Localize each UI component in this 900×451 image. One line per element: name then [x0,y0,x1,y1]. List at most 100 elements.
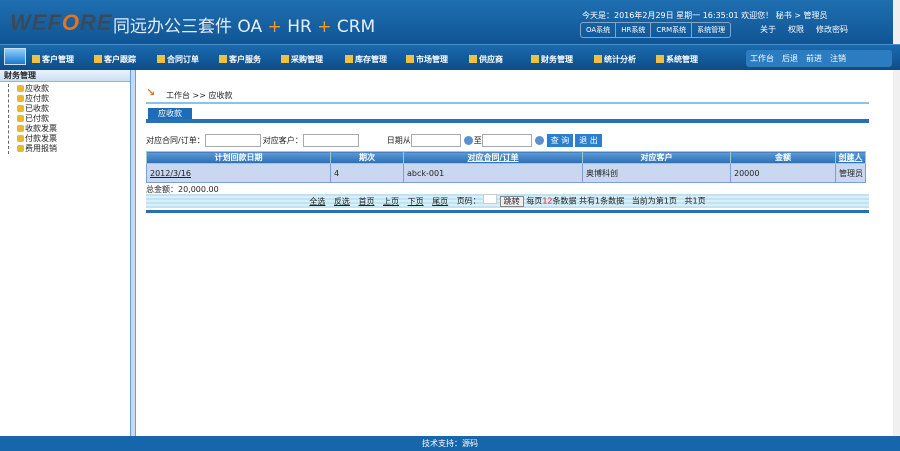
divider [146,210,869,213]
tab-hr[interactable]: HR系统 [616,23,652,37]
tab-receivable[interactable]: 应收款 [148,108,192,119]
receivables-table: 计划回款日期 期次 对应合同/订单 对应客户 金额 创建人 2012/3/16 … [146,151,866,183]
nav-icon [219,55,227,63]
page-label: 页码： [456,196,481,206]
nav-customer-tracking[interactable]: 客户跟踪 [94,54,136,65]
creator-cell: 管理员 [835,163,866,183]
nav-icon [469,55,477,63]
logo: WEFORE [10,10,113,35]
change-password-link[interactable]: 修改密码 [816,24,848,35]
sidebar-title: 财务管理 [0,70,130,82]
sidebar-item-payable[interactable]: 应付款 [17,94,130,104]
breadcrumb: 工作台 >> 应收款 [166,91,233,100]
nav-icon [281,55,289,63]
next-page-link[interactable]: 下页 [408,197,424,206]
main-content: ↘ 工作台 >> 应收款 应收款 对应合同/订单： 对应客户： 日期从 至 查 … [136,70,893,436]
period-cell: 4 [330,163,404,183]
tab-system[interactable]: 系统管理 [692,23,730,37]
nav-icon [345,55,353,63]
per-page-pre: 每页 [526,196,543,206]
forward-button[interactable]: 前进 [806,53,822,64]
computer-icon [4,48,26,65]
sidebar-item-payment-invoice[interactable]: 付款发票 [17,134,130,144]
nav-system[interactable]: 系统管理 [656,54,698,65]
amount-cell: 20000 [730,163,836,183]
contract-cell: abck-001 [403,163,583,183]
pager: 全选 反选 首页 上页 下页 尾页 页码： 跳转 每页12条数据 共有1条数据 … [146,194,869,208]
footer: 技术支持：源码 [0,436,900,451]
nav-icon [32,55,40,63]
nav-icon [594,55,602,63]
table-row: 2012/3/16 4 abck-001 奥博科创 20000 管理员 [146,163,866,183]
nav-icon [406,55,414,63]
sidebar-item-receivable[interactable]: 应收款 [17,84,130,94]
total-records: 共有1条数据 [579,196,625,206]
last-page-link[interactable]: 尾页 [432,197,448,206]
sidebar: 财务管理 应收款 应付款 已收款 已付款 收款发票 付款发票 费用报销 [0,70,131,436]
first-page-link[interactable]: 首页 [358,197,374,206]
query-button[interactable]: 查 询 [546,134,574,147]
total-pages: 共1页 [684,196,706,206]
per-page-post: 条数据 [552,196,577,206]
date-from-label: 日期从 [386,136,411,145]
nav-statistics[interactable]: 统计分析 [594,54,636,65]
tab-crm[interactable]: CRM系统 [651,23,693,37]
arrow-icon: ↘ [146,86,156,99]
sidebar-item-received[interactable]: 已收款 [17,104,130,114]
calendar-search-icon[interactable] [463,136,473,145]
date-welcome: 今天是：2016年2月29日 星期一 16:35:01 欢迎您！ 秘书 > 管理… [582,11,828,20]
nav-supplier[interactable]: 供应商 [469,54,503,65]
go-button[interactable]: 跳转 [499,195,524,207]
about-link[interactable]: 关于 [760,24,776,35]
sidebar-item-paid[interactable]: 已付款 [17,114,130,124]
customer-label: 对应客户： [262,136,303,145]
col-contract[interactable]: 对应合同/订单 [403,151,583,164]
sidebar-tree: 应收款 应付款 已收款 已付款 收款发票 付款发票 费用报销 [8,84,130,154]
per-page-count: 12 [542,196,553,206]
nav-icon [531,55,539,63]
nav-customer[interactable]: 客户管理 [32,54,74,65]
header: WEFORE 同远办公三套件 OA + HR + CRM 今天是：2016年2月… [0,0,900,44]
current-page: 当前为第1页 [631,196,677,206]
col-amount: 金额 [730,151,836,164]
sidebar-item-expense[interactable]: 费用报销 [17,144,130,154]
divider [146,102,869,104]
date-to-input[interactable] [481,134,532,147]
nav-inventory[interactable]: 库存管理 [345,54,387,65]
col-creator[interactable]: 创建人 [835,151,866,164]
nav-market[interactable]: 市场管理 [406,54,448,65]
nav-service[interactable]: 客户服务 [219,54,261,65]
to-label: 至 [473,136,482,145]
divider [146,119,869,123]
app-title: 同远办公三套件 OA + HR + CRM [113,17,376,37]
contract-label: 对应合同/订单： [146,136,205,145]
workbench-button[interactable]: 工作台 [750,53,774,64]
select-all-link[interactable]: 全选 [309,197,325,206]
customer-input[interactable] [302,134,359,147]
plan-date-link[interactable]: 2012/3/16 [146,163,331,183]
logout-button[interactable]: 注销 [830,53,846,64]
nav-contract[interactable]: 合同订单 [157,54,199,65]
nav-icon [94,55,102,63]
page-input[interactable] [483,194,498,204]
nav-icon [157,55,165,63]
col-plan-date[interactable]: 计划回款日期 [146,151,331,164]
sidebar-item-receipt-invoice[interactable]: 收款发票 [17,124,130,134]
nav-icon [656,55,664,63]
calendar-search-icon[interactable] [534,136,544,145]
tab-oa[interactable]: OA系统 [581,23,617,37]
invert-selection-link[interactable]: 反选 [334,197,350,206]
contract-input[interactable] [204,134,261,147]
customer-cell: 奥博科创 [582,163,731,183]
back-button[interactable]: 后退 [782,53,798,64]
prev-page-link[interactable]: 上页 [383,197,399,206]
system-tabs: OA系统 HR系统 CRM系统 系统管理 [580,22,732,38]
nav-finance[interactable]: 财务管理 [531,54,573,65]
date-from-input[interactable] [410,134,461,147]
exit-button[interactable]: 退 出 [575,134,602,147]
col-customer: 对应客户 [582,151,731,164]
filter-bar: 对应合同/订单： 对应客户： 日期从 至 查 询 退 出 [146,134,602,147]
permission-link[interactable]: 权限 [788,24,804,35]
nav-purchase[interactable]: 采购管理 [281,54,323,65]
main-nav: 客户管理 客户跟踪 合同订单 客户服务 采购管理 库存管理 市场管理 供应商 财… [0,44,900,70]
